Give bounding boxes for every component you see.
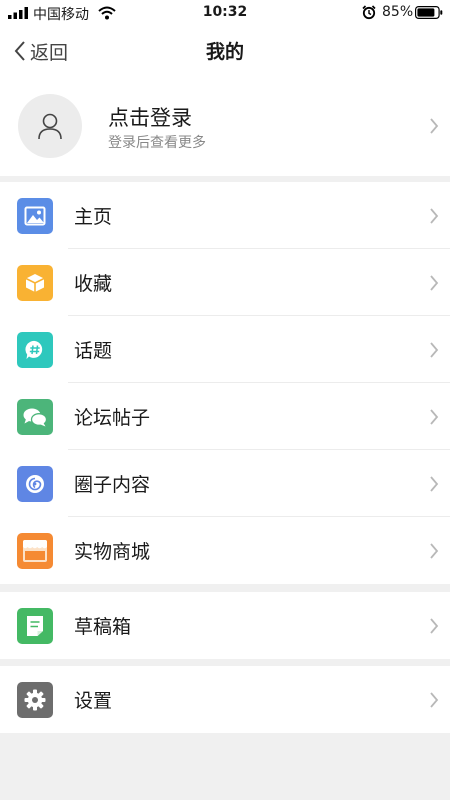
menu-item-label: 话题 xyxy=(74,340,113,362)
image-icon xyxy=(17,198,53,234)
menu-item-circle-content[interactable]: 圈子内容 xyxy=(0,450,450,517)
store-icon xyxy=(17,533,53,569)
chevron-right-icon xyxy=(430,618,439,634)
menu-group-main: 主页 收藏 话题 论坛帖子 圈子内容 实物商城 xyxy=(0,182,450,584)
status-bar: 中国移动 10:32 85% xyxy=(0,0,450,26)
battery-icon xyxy=(415,6,443,19)
battery-percent: 85% xyxy=(382,4,414,20)
menu-item-forum-posts[interactable]: 论坛帖子 xyxy=(0,383,450,450)
menu-item-label: 主页 xyxy=(74,206,113,228)
chevron-right-icon xyxy=(430,476,439,492)
circle-swirl-icon xyxy=(17,466,53,502)
menu-item-label: 论坛帖子 xyxy=(74,407,151,429)
menu-group-drafts: 草稿箱 xyxy=(0,592,450,659)
menu-item-label: 设置 xyxy=(74,690,113,712)
chevron-right-icon xyxy=(430,208,439,224)
login-subtitle: 登录后查看更多 xyxy=(108,135,206,151)
menu-item-drafts[interactable]: 草稿箱 xyxy=(0,592,450,659)
chevron-right-icon xyxy=(430,543,439,559)
avatar[interactable] xyxy=(18,94,82,158)
menu-item-label: 收藏 xyxy=(74,273,113,295)
gear-icon xyxy=(17,682,53,718)
chevron-right-icon xyxy=(430,692,439,708)
menu-item-home[interactable]: 主页 xyxy=(0,182,450,249)
chevron-right-icon xyxy=(430,342,439,358)
menu-item-topics[interactable]: 话题 xyxy=(0,316,450,383)
user-icon xyxy=(38,113,62,140)
draft-icon xyxy=(17,608,53,644)
hashtag-bubble-icon xyxy=(17,332,53,368)
menu-item-label: 草稿箱 xyxy=(74,616,132,638)
menu-group-settings: 设置 xyxy=(0,666,450,733)
login-card[interactable]: 点击登录 登录后查看更多 xyxy=(0,76,450,176)
chat-bubbles-icon xyxy=(17,399,53,435)
chevron-right-icon xyxy=(430,275,439,291)
navigation-bar: 返回 我的 xyxy=(0,26,450,76)
menu-item-label: 实物商城 xyxy=(74,541,151,563)
chevron-right-icon xyxy=(430,118,439,134)
alarm-icon xyxy=(362,5,376,20)
login-title: 点击登录 xyxy=(108,106,192,130)
menu-item-label: 圈子内容 xyxy=(74,474,151,496)
page-title: 我的 xyxy=(205,41,244,63)
menu-item-favorites[interactable]: 收藏 xyxy=(0,249,450,316)
chevron-right-icon xyxy=(430,409,439,425)
box-icon xyxy=(17,265,53,301)
menu-item-settings[interactable]: 设置 xyxy=(0,666,450,733)
menu-item-store[interactable]: 实物商城 xyxy=(0,517,450,584)
